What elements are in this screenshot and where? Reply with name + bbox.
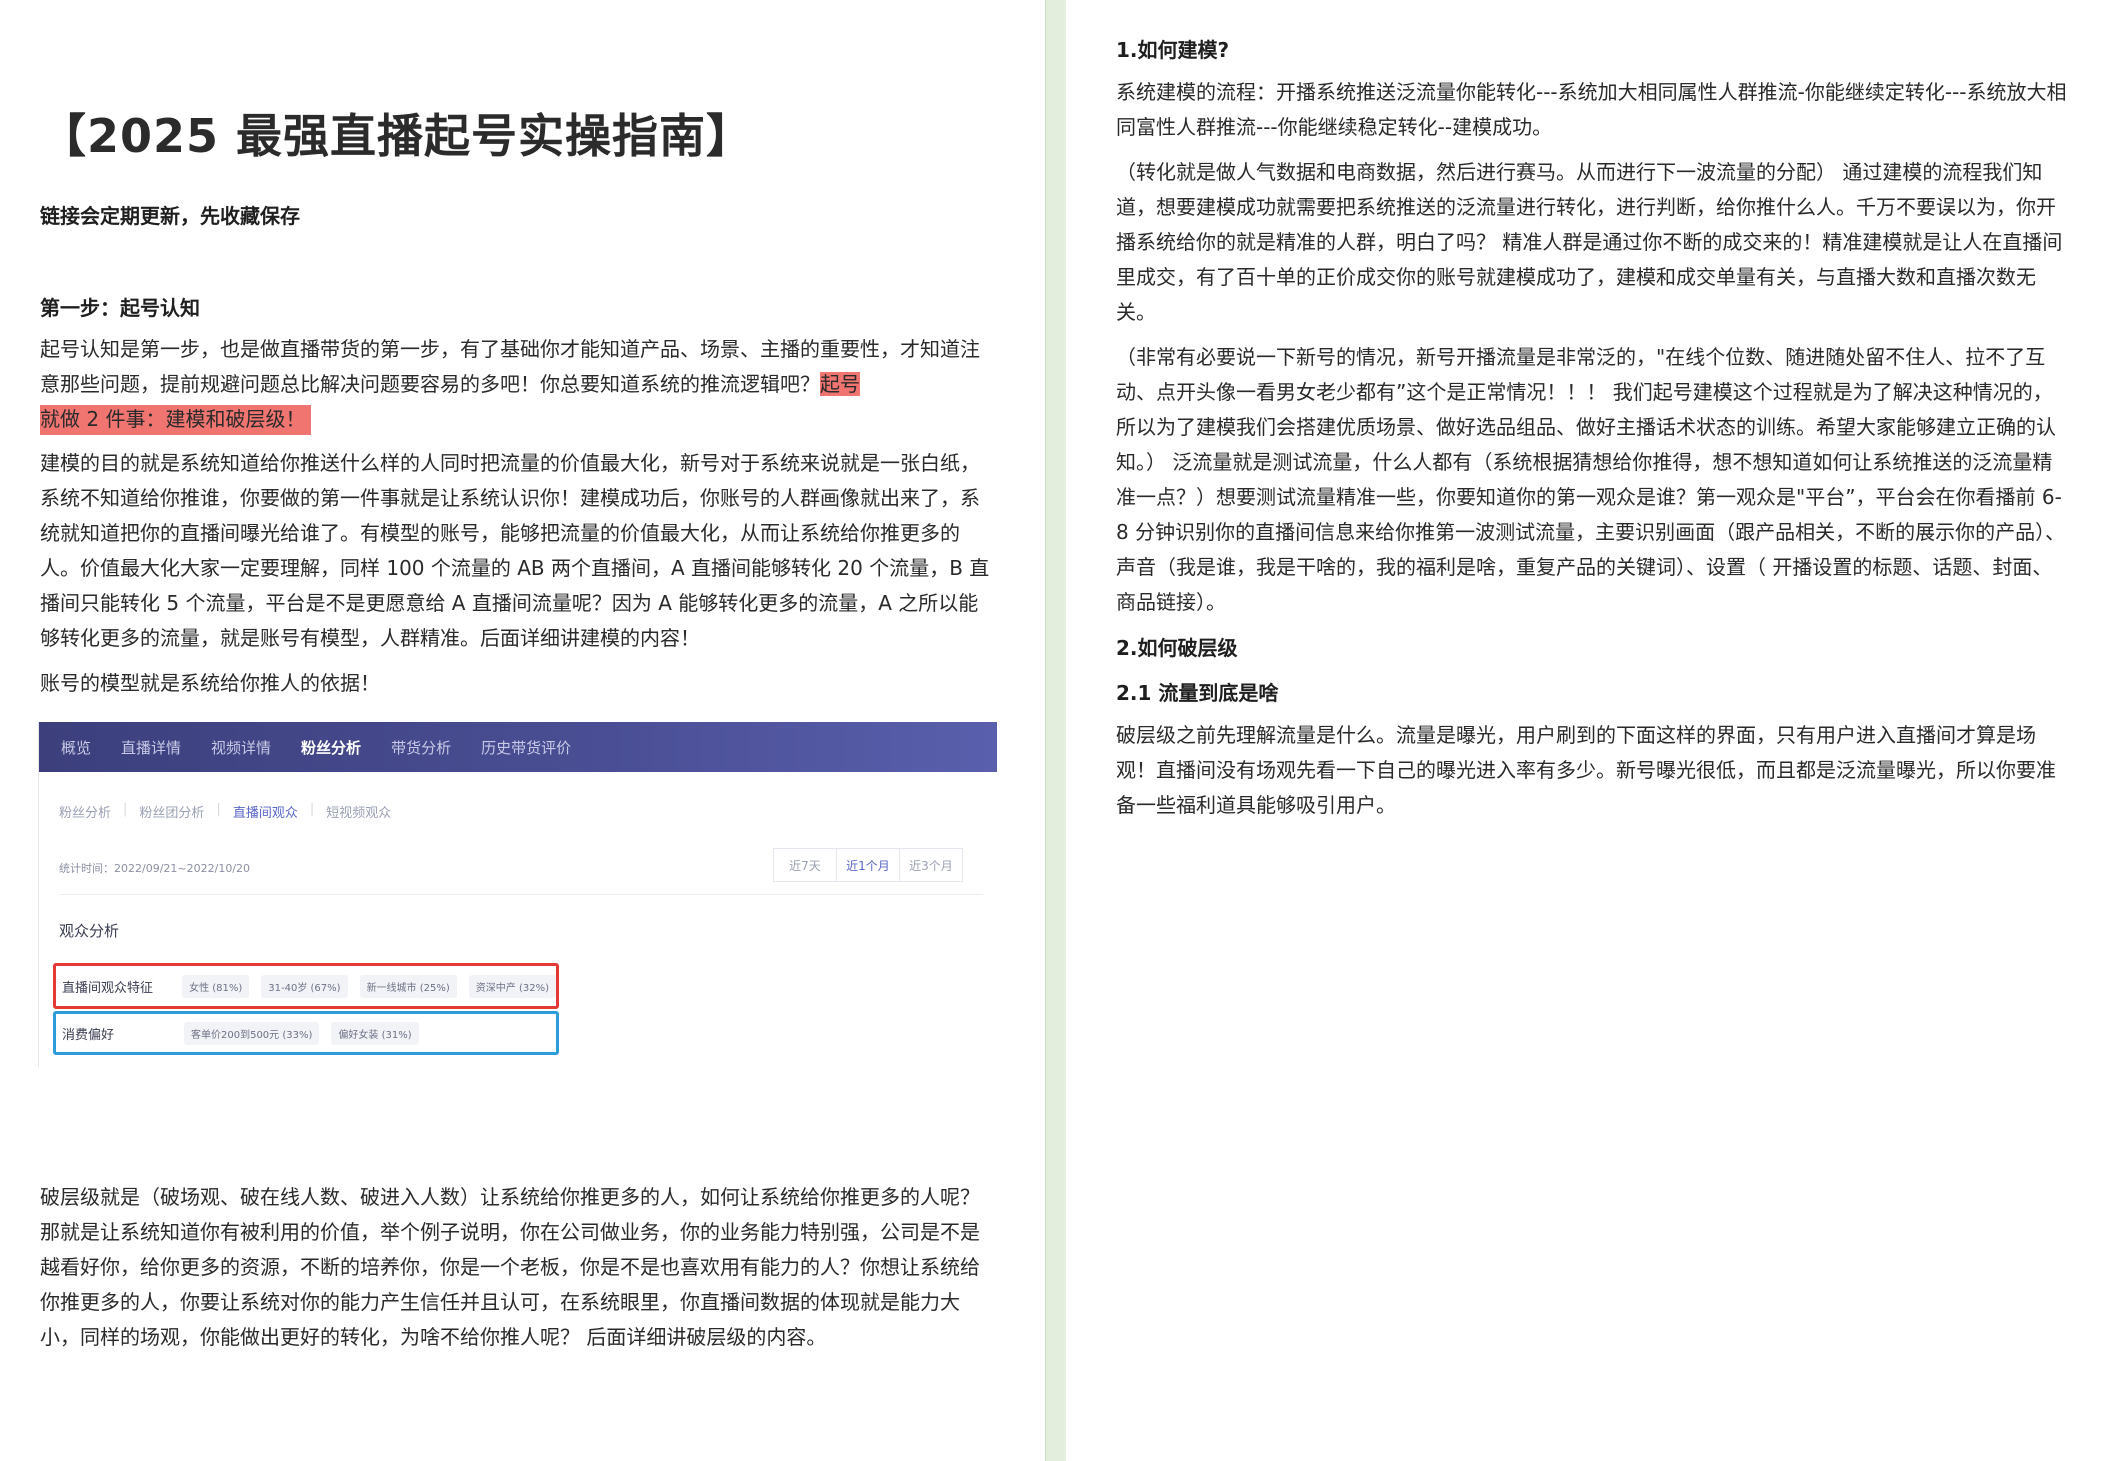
right-paragraph-2: （转化就是做人气数据和电商数据，然后进行赛马。从而进行下一波流量的分配） 通过建… [1116,160,2063,324]
step1-heading: 第一步：起号认知 [40,296,200,320]
heading-traffic: 2.1 流量到底是啥 [1116,681,1279,705]
paragraph-1: 起号认知是第一步，也是做直播带货的第一步，有了基础你才能知道产品、场景、主播的重… [40,332,990,437]
consumption-preference-label: 消费偏好 [62,1027,115,1043]
range-1m: 近1个月 [837,849,900,881]
right-page: 1.如何建模? 系统建模的流程：开播系统推送泛流量你能转化---系统加大相同属性… [1066,0,2101,1461]
nav-fan-analysis: 粉丝分析 [301,738,362,757]
chip-female: 女性 (81%) [182,974,250,998]
nav-video-detail: 视频详情 [211,738,272,757]
range-3m: 近3个月 [909,858,953,873]
chip-city: 新一线城市 (25%) [359,974,457,998]
screenshot-divider [59,894,983,895]
left-page: 【2025 最强直播起号实操指南】 链接会定期更新，先收藏保存 第一步：起号认知… [0,0,1045,1461]
screenshot-subtabs: 粉丝分析 | 粉丝团分析 | 直播间观众 | 短视频观众 [59,802,392,821]
chip-clothing: 偏好女装 (31%) [331,1021,419,1045]
audience-feature-row: 直播间观众特征 女性 (81%) 31-40岁 (67%) 新一线城市 (25%… [53,963,559,1009]
paragraph-2: 建模的目的就是系统知道给你推送什么样的人同时把流量的价值最大化，新号对于系统来说… [40,451,990,650]
page-gutter [1045,0,1067,1461]
screenshot-nav: 概览 直播详情 视频详情 粉丝分析 带货分析 历史带货评价 [39,722,997,772]
nav-history-review: 历史带货评价 [481,738,572,757]
subtab-live-audience: 直播间观众 [232,806,298,821]
chip-price: 客单价200到500元 (33%) [184,1021,320,1045]
chip-age: 31-40岁 (67%) [261,974,348,998]
highlight-b: 就做 2 件事：建模和破层级！ [40,405,312,435]
chip-class: 资深中产 (32%) [468,974,556,998]
subtab-fan-group: 粉丝团分析 [139,806,205,821]
nav-overview: 概览 [61,738,92,757]
nav-live-detail: 直播详情 [121,738,182,757]
heading-modeling: 1.如何建模? [1116,38,1230,62]
doc-title: 【2025 最强直播起号实操指南】 [40,109,754,163]
paragraph-3: 账号的模型就是系统给你推人的依据！ [40,671,380,695]
audience-feature-label: 直播间观众特征 [62,980,154,996]
heading-break-level: 2.如何破层级 [1116,636,1238,660]
highlight-a: 起号 [820,372,860,396]
paragraph-4: 破层级就是（破场观、破在线人数、破进入人数）让系统给你推更多的人，如何让系统给你… [40,1185,980,1349]
subtab-video-audience: 短视频观众 [326,806,392,821]
subtitle: 链接会定期更新，先收藏保存 [40,204,300,228]
right-paragraph-4: 破层级之前先理解流量是什么。流量是曝光，用户刷到的下面这样的界面，只有用户进入直… [1116,723,2056,817]
right-paragraph-3: （非常有必要说一下新号的情况，新号开播流量是非常泛的，"在线个位数、随进随处留不… [1116,345,2066,614]
analytics-screenshot: 概览 直播详情 视频详情 粉丝分析 带货分析 历史带货评价 粉丝分析 | 粉丝团分… [38,722,997,1067]
nav-sales-analysis: 带货分析 [391,738,452,757]
screenshot-range: 近7天 近1个月 近3个月 [773,848,963,882]
subtab-fans: 粉丝分析 [59,806,112,821]
range-7d: 近7天 [774,849,837,881]
screenshot-date: 统计时间：2022/09/21~2022/10/20 [59,862,251,875]
audience-analysis-title: 观众分析 [59,922,120,940]
right-paragraph-1: 系统建模的流程：开播系统推送泛流量你能转化---系统加大相同属性人群推流-你能继… [1116,80,2067,139]
consumption-preference-row: 消费偏好 客单价200到500元 (33%) 偏好女装 (31%) [53,1011,559,1055]
